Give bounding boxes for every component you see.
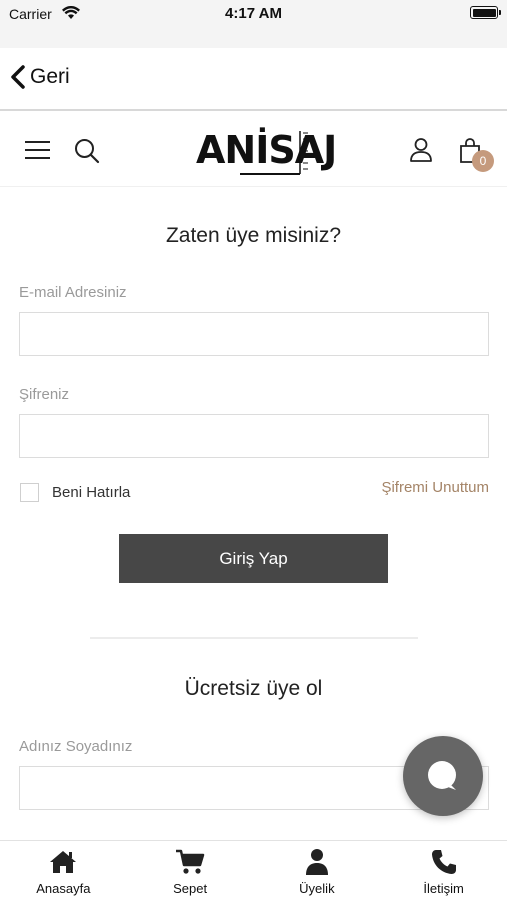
hamburger-menu-icon[interactable]	[25, 140, 50, 160]
user-icon	[305, 849, 328, 875]
search-icon[interactable]	[74, 138, 100, 164]
tab-membership[interactable]: Üyelik	[254, 841, 381, 900]
password-label: Şifreniz	[19, 386, 70, 403]
divider	[90, 637, 418, 639]
login-button[interactable]: Giriş Yap	[119, 534, 388, 583]
tab-cart-label: Sepet	[173, 881, 208, 896]
tab-contact-label: İletişim	[423, 881, 464, 896]
logo[interactable]: ANİSAJ	[196, 127, 337, 177]
back-button[interactable]: Geri	[10, 65, 70, 89]
navigation-bar: Geri	[0, 48, 507, 111]
remember-me-label: Beni Hatırla	[52, 484, 131, 501]
register-title: Ücretsiz üye ol	[184, 677, 323, 700]
remember-me-checkbox[interactable]	[20, 483, 39, 502]
bottom-tab-bar: Anasayfa Sepet Üyelik İletişim	[0, 840, 507, 900]
chevron-left-icon	[11, 65, 25, 89]
tab-home[interactable]: Anasayfa	[0, 841, 127, 900]
battery-icon	[470, 6, 501, 19]
tab-cart[interactable]: Sepet	[127, 841, 254, 900]
full-name-label: Adınız Soyadınız	[19, 738, 133, 755]
logo-ruler-mark	[240, 131, 308, 175]
forgot-password-link[interactable]: Şifremi Unuttum	[381, 479, 489, 496]
account-icon[interactable]	[409, 137, 433, 163]
cart-icon	[176, 849, 205, 874]
email-field[interactable]	[19, 312, 489, 356]
cart-count-badge: 0	[472, 150, 494, 172]
status-bar: Carrier 4:17 AM	[0, 0, 507, 48]
site-header: ANİSAJ	[0, 113, 507, 187]
tab-home-label: Anasayfa	[36, 881, 91, 896]
tab-membership-label: Üyelik	[299, 881, 335, 896]
email-label: E-mail Adresiniz	[19, 284, 127, 301]
tab-contact[interactable]: İletişim	[380, 841, 507, 900]
back-label: Geri	[30, 65, 70, 88]
status-time: 4:17 AM	[225, 5, 282, 22]
password-field[interactable]	[19, 414, 489, 458]
chat-bubble-icon	[428, 761, 456, 790]
login-title: Zaten üye misiniz?	[165, 224, 342, 247]
chat-button[interactable]	[403, 736, 483, 816]
home-icon	[50, 851, 77, 873]
phone-icon	[431, 850, 456, 874]
